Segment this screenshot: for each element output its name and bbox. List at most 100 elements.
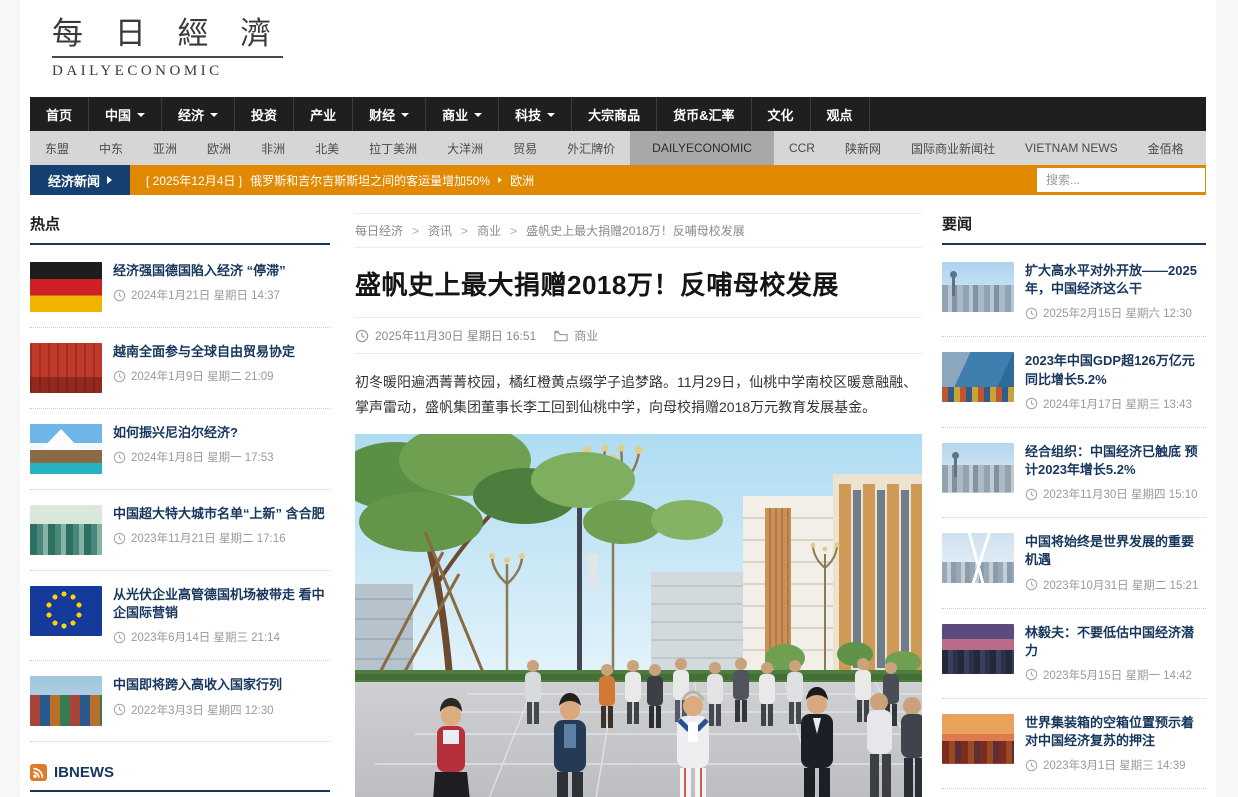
subnav-item-label: 非洲 <box>261 140 285 157</box>
article-body: 初冬暖阳遍洒菁菁校园，橘红橙黄点缀学子追梦路。11月29日，仙桃中学南校区暖意融… <box>355 370 922 420</box>
nav-item[interactable]: 科技 <box>499 97 572 131</box>
subnav-item[interactable]: DAILYECONOMIC <box>630 131 774 165</box>
news-list-item[interactable]: 越南全面参与全球自由贸易协定 2024年1月9日 星期二 21:09 <box>30 328 330 409</box>
news-item-title: 中国即将跨入高收入国家行列 <box>113 676 282 694</box>
arrow-right-icon <box>107 176 112 184</box>
breadcrumb-item[interactable]: 盛帆史上最大捐赠2018万！反哺母校发展 > <box>526 222 745 239</box>
ticker-region-link[interactable]: 欧洲 <box>510 172 534 189</box>
article-column: 每日经济 > 资讯 > 商业 > 盛帆史上最大捐赠2018万！反哺母校发展 > … <box>355 213 922 797</box>
subnav-item[interactable]: VIETNAM NEWS <box>1010 131 1133 165</box>
important-section-title: 要闻 <box>942 213 1206 245</box>
site-logo[interactable]: 每 日 經 濟 DAILYECONOMIC <box>52 18 283 80</box>
news-item-date: 2025年2月15日 星期六 12:30 <box>1025 305 1206 321</box>
news-list-item[interactable]: 林毅夫：不要低估中国经济潜力 2023年5月15日 星期一 14:42 <box>942 609 1206 699</box>
thumbnail-mountain-lake <box>30 424 102 474</box>
subnav-item[interactable]: CCR <box>774 131 830 165</box>
subnav-item[interactable]: 亚洲 <box>138 131 192 165</box>
search-input[interactable] <box>1037 168 1205 192</box>
news-list-item[interactable]: 2023年中国GDP超126万亿元 同比增长5.2% 2024年1月17日 星期… <box>942 337 1206 427</box>
subnav-item-label: 北美 <box>315 140 339 157</box>
ticker-label-text: 经济新闻 <box>48 171 100 190</box>
thumbnail-harbor-aerial <box>942 352 1014 402</box>
subnav-item-label: 金佰格 <box>1148 140 1184 157</box>
hot-news-sidebar: 热点 经济强国德国陷入经济 “停滞” 2024年1月21日 星期日 14:37 <box>30 213 330 797</box>
hot-news-list: 经济强国德国陷入经济 “停滞” 2024年1月21日 星期日 14:37 越南全… <box>30 247 330 742</box>
news-list-item[interactable]: 经济强国德国陷入经济 “停滞” 2024年1月21日 星期日 14:37 <box>30 247 330 328</box>
news-item-date: 2023年10月31日 星期二 15:21 <box>1025 577 1206 593</box>
news-list-item[interactable]: 世界集装箱的空箱位置预示着对中国经济复苏的押注 2023年3月1日 星期三 14… <box>942 699 1206 789</box>
hot-section-title: 热点 <box>30 213 330 245</box>
article-category-link[interactable]: 商业 <box>554 327 598 344</box>
clock-icon <box>1025 488 1038 501</box>
article-date: 2025年11月30日 星期日 16:51 <box>355 327 536 344</box>
thumbnail-shanghai-skyline <box>942 262 1014 312</box>
news-item-date: 2023年3月1日 星期三 14:39 <box>1025 757 1206 773</box>
ticker-date: [ 2025年12月4日 ] <box>146 172 242 189</box>
nav-item-label: 产业 <box>310 105 336 124</box>
subnav-item[interactable]: 北美 <box>300 131 354 165</box>
nav-item[interactable]: 大宗商品 <box>572 97 657 131</box>
thumbnail-city-dusk <box>942 624 1014 674</box>
subnav-item[interactable]: 大洋洲 <box>432 131 498 165</box>
news-list-item[interactable]: 扩大高水平对外开放——2025年，中国经济这么干 2025年2月15日 星期六 … <box>942 247 1206 337</box>
ticker-category-button[interactable]: 经济新闻 <box>30 165 130 195</box>
subnav-item[interactable]: 陕新网 <box>830 131 896 165</box>
nav-item-label: 首页 <box>46 105 72 124</box>
chevron-down-icon <box>210 113 218 117</box>
arrow-right-icon <box>498 177 502 183</box>
breadcrumb-item[interactable]: 商业 > <box>477 222 517 239</box>
nav-item[interactable]: 投资 <box>235 97 294 131</box>
subnav-item[interactable]: 拉丁美洲 <box>354 131 432 165</box>
nav-item[interactable]: 中国 <box>89 97 162 131</box>
subnav-item[interactable]: 欧洲 <box>192 131 246 165</box>
subnav-item[interactable]: 非洲 <box>246 131 300 165</box>
subnav-item-label: 大洋洲 <box>447 140 483 157</box>
breadcrumb-separator: > <box>461 224 468 238</box>
nav-item-label: 财经 <box>369 105 395 124</box>
news-item-title: 中国将始终是世界发展的重要机遇 <box>1025 533 1206 569</box>
nav-item[interactable]: 观点 <box>811 97 870 131</box>
nav-item[interactable]: 财经 <box>353 97 426 131</box>
subnav-item[interactable]: 金佰格 <box>1133 131 1199 165</box>
news-item-date: 2024年1月21日 星期日 14:37 <box>113 287 286 303</box>
nav-item[interactable]: 经济 <box>162 97 235 131</box>
news-item-title: 中国超大特大城市名单“上新” 含合肥 <box>113 505 325 523</box>
news-list-item[interactable]: 中国将始终是世界发展的重要机遇 2023年10月31日 星期二 15:21 <box>942 518 1206 608</box>
nav-item[interactable]: 商业 <box>426 97 499 131</box>
news-item-title: 如何振兴尼泊尔经济? <box>113 424 274 442</box>
subnav-item[interactable]: 国际商业新闻社 <box>896 131 1010 165</box>
important-news-sidebar: 要闻 扩大高水平对外开放——2025年，中国经济这么干 2025年2月15日 星… <box>942 213 1206 797</box>
subnav-item[interactable]: 外汇牌价 <box>552 131 630 165</box>
nav-item-label: 文化 <box>768 105 794 124</box>
breadcrumb-item[interactable]: 资讯 > <box>428 222 468 239</box>
news-list-item[interactable]: 中国超大特大城市名单“上新” 含合肥 2023年11月21日 星期二 17:16 <box>30 490 330 571</box>
subnav-item[interactable]: 中东 <box>84 131 138 165</box>
nav-item[interactable]: 首页 <box>30 97 89 131</box>
news-list-item[interactable]: 中国即将跨入高收入国家行列 2022年3月3日 星期四 12:30 <box>30 661 330 742</box>
subnav-item[interactable]: 贸易 <box>498 131 552 165</box>
ibnews-section-header[interactable]: IBNEWS <box>30 764 330 792</box>
nav-item[interactable]: 货币&汇率 <box>657 97 751 131</box>
subnav-item-label: 贸易 <box>513 140 537 157</box>
subnav-item-label: CCR <box>789 141 815 155</box>
clock-icon <box>113 532 126 545</box>
news-item-date: 2023年11月30日 星期四 15:10 <box>1025 486 1206 502</box>
nav-item-label: 大宗商品 <box>588 105 640 124</box>
nav-item-label: 科技 <box>515 105 541 124</box>
news-list-item[interactable]: 如何振兴尼泊尔经济? 2024年1月8日 星期一 17:53 <box>30 409 330 490</box>
breadcrumb-item[interactable]: 每日经济 > <box>355 222 419 239</box>
nav-item[interactable]: 产业 <box>294 97 353 131</box>
logo-english-subtitle: DAILYECONOMIC <box>52 63 283 80</box>
clock-icon <box>113 703 126 716</box>
clock-icon <box>1025 307 1038 320</box>
clock-icon <box>355 329 369 343</box>
clock-icon <box>1025 397 1038 410</box>
folder-icon <box>554 330 568 342</box>
subnav-item[interactable]: 东盟 <box>30 131 84 165</box>
ticker-headline-link[interactable]: 俄罗斯和吉尔吉斯斯坦之间的客运量增加50% <box>250 172 490 189</box>
news-list-item[interactable]: 从光伏企业高管德国机场被带走 看中企国际营销 2023年6月14日 星期三 21… <box>30 571 330 661</box>
nav-item[interactable]: 文化 <box>752 97 811 131</box>
news-list-item[interactable]: 经合组织：中国经济已触底 预计2023年增长5.2% 2023年11月30日 星… <box>942 428 1206 518</box>
chevron-down-icon <box>547 113 555 117</box>
news-item-date: 2022年3月3日 星期四 12:30 <box>113 702 282 718</box>
